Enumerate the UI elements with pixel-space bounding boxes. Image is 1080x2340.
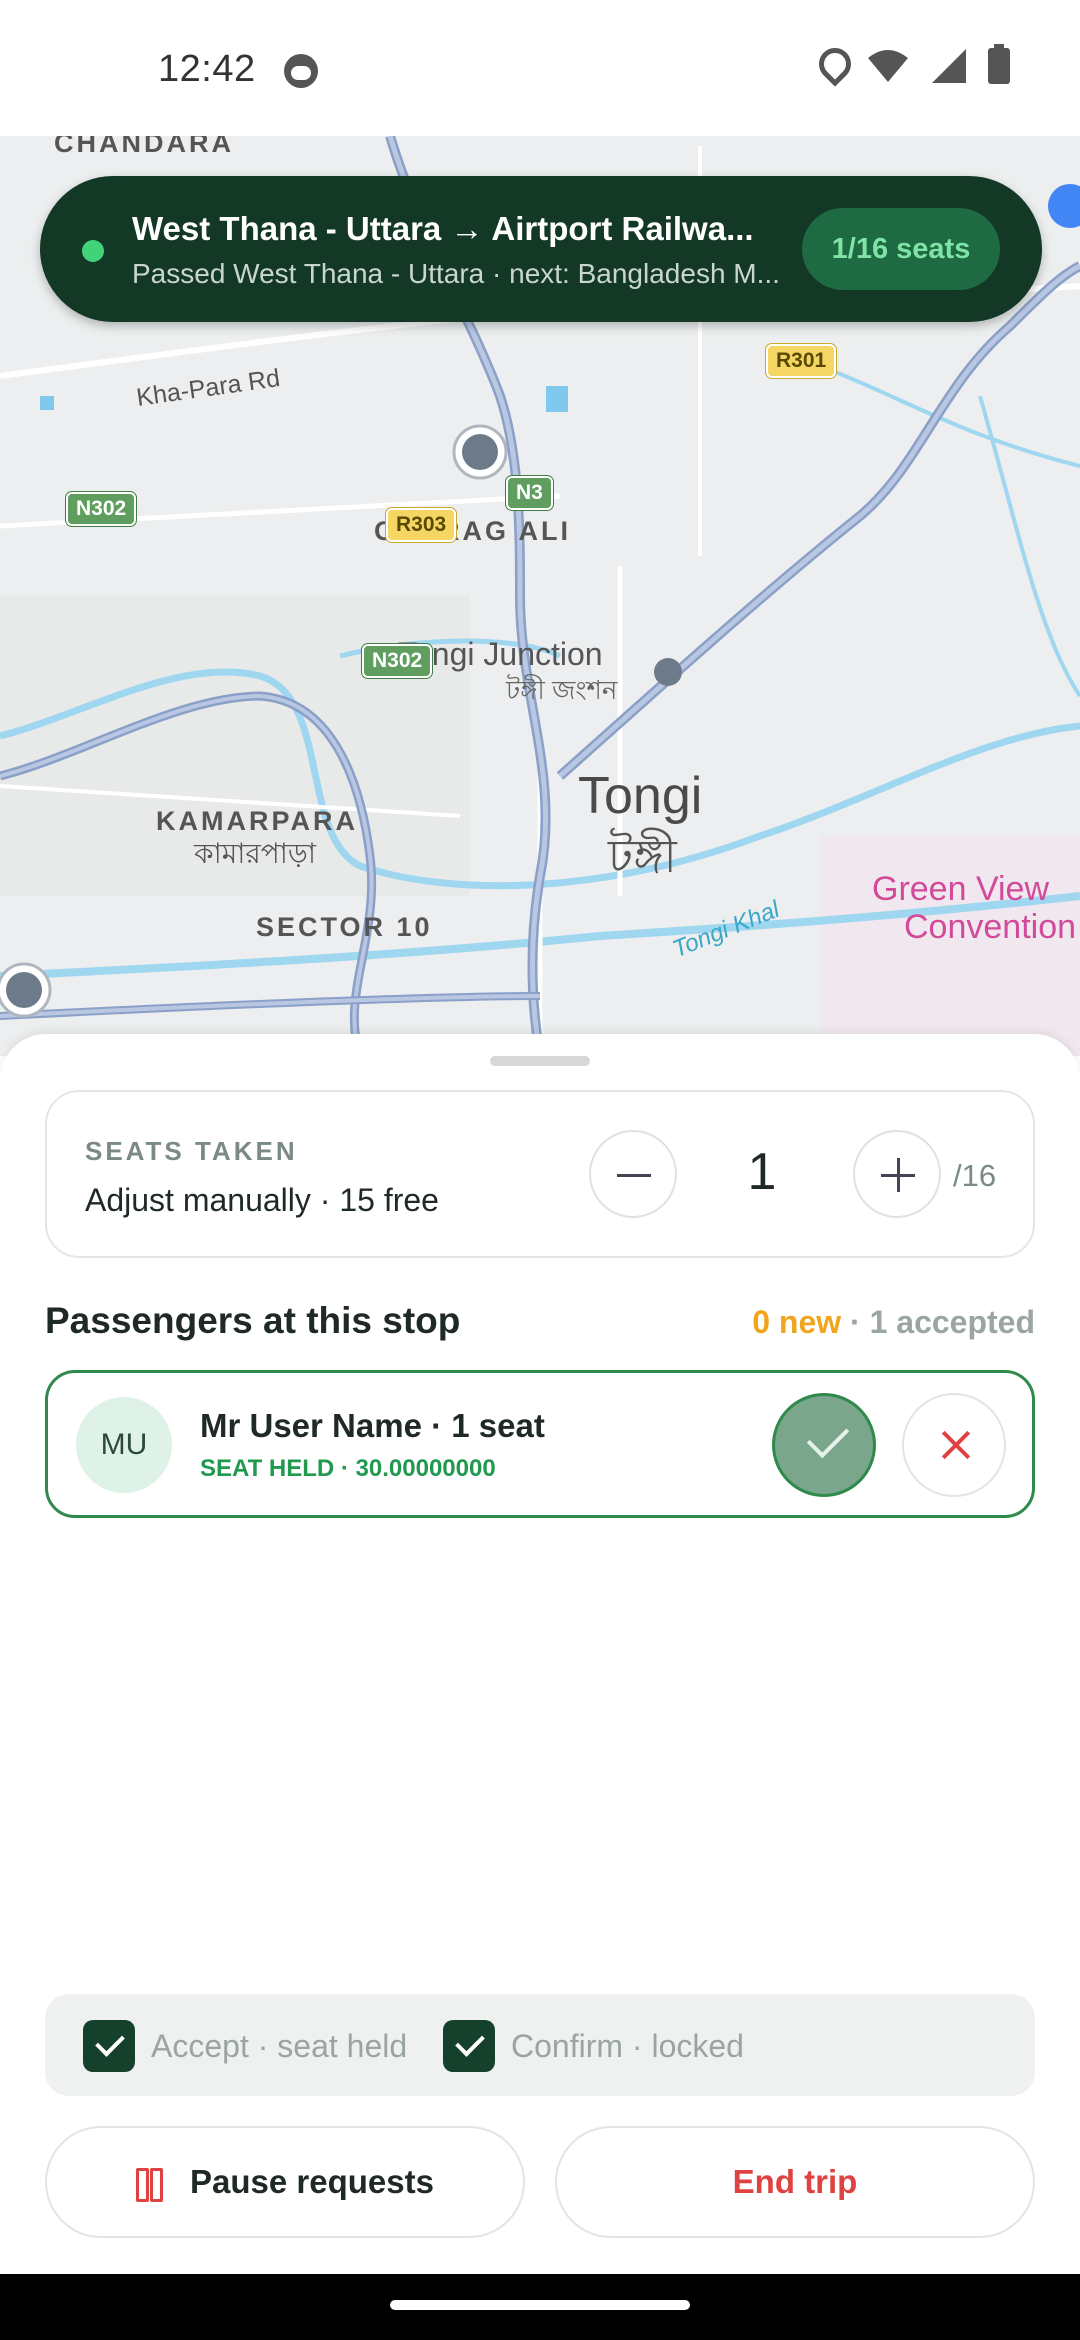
signal-icon <box>932 49 966 83</box>
status-icons <box>816 44 1010 84</box>
notification-face-icon <box>284 54 318 88</box>
map-label-poi-1: Green View <box>872 870 1050 908</box>
passenger-card[interactable]: MU Mr User Name · 1 seat SEAT HELD · 30.… <box>45 1370 1035 1518</box>
passenger-name: Mr User Name · 1 seat <box>200 1407 545 1444</box>
live-status-dot <box>82 240 104 262</box>
accepted-count: 1 accepted <box>869 1304 1035 1340</box>
accept-passenger-button[interactable] <box>772 1393 876 1497</box>
confirm-check-label: Confirm · locked <box>511 2027 744 2064</box>
map-label-chandara: CHANDARA <box>54 136 234 158</box>
reject-passenger-button[interactable] <box>902 1393 1006 1497</box>
map-label-poi-2: Convention <box>904 908 1077 946</box>
wifi-icon <box>868 50 908 82</box>
decrease-seats-button[interactable] <box>589 1130 677 1218</box>
end-trip-label: End trip <box>732 2163 858 2200</box>
seats-badge: 1/16 seats <box>802 208 1000 290</box>
passengers-section-title: Passengers at this stop <box>45 1300 461 1341</box>
pause-icon <box>136 2168 164 2202</box>
confirm-check-item[interactable]: Confirm · locked <box>443 2020 744 2072</box>
summary-separator: · <box>841 1304 870 1340</box>
battery-icon <box>988 44 1010 84</box>
trip-banner[interactable]: West Thana - Uttara → Airtport Railwa...… <box>40 176 1042 322</box>
checkbox-checked-icon[interactable] <box>443 2020 495 2072</box>
passengers-summary: 0 new · 1 accepted <box>752 1304 1035 1341</box>
bottom-sheet: SEATS TAKEN Adjust manually · 15 free 1 … <box>0 1034 1080 2274</box>
pause-requests-label: Pause requests <box>190 2163 434 2200</box>
seat-total: /16 <box>953 1158 997 1193</box>
system-navigation-bar <box>0 2274 1080 2340</box>
accept-check-label: Accept · seat held <box>151 2027 408 2064</box>
map-label-sector10: SECTOR 10 <box>256 912 433 942</box>
confirmation-checks: Accept · seat held Confirm · locked <box>45 1994 1035 2096</box>
home-gesture-handle[interactable] <box>390 2300 690 2310</box>
status-time: 12:42 <box>158 48 256 90</box>
seats-taken-card: SEATS TAKEN Adjust manually · 15 free 1 … <box>45 1090 1035 1258</box>
road-shield-n302-left: N302 <box>66 492 137 526</box>
map-label-junction-bn: টঙ্গী জংশন <box>506 675 618 705</box>
trip-progress-subtitle: Passed West Thana - Uttara · next: Bangl… <box>132 258 780 289</box>
road-shield-r301: R301 <box>766 344 837 378</box>
seat-count: 1 <box>747 1143 777 1201</box>
sheet-drag-handle[interactable] <box>490 1056 590 1066</box>
status-bar: 12:42 <box>0 0 1080 136</box>
road-shield-r303: R303 <box>386 508 457 542</box>
map-label-town: Tongi <box>578 767 703 825</box>
avatar: MU <box>76 1397 172 1493</box>
new-requests-count: 0 new <box>752 1304 842 1340</box>
map-label-kamarpara-bn: কামারপাড়া <box>194 838 317 869</box>
road-shield-n3: N3 <box>506 476 553 510</box>
increase-seats-button[interactable] <box>853 1130 941 1218</box>
seats-taken-subtitle: Adjust manually · 15 free <box>85 1182 439 1218</box>
map-label-town-bn: টঙ্গী <box>608 830 677 882</box>
pause-requests-button[interactable]: Pause requests <box>45 2126 525 2238</box>
seats-taken-label: SEATS TAKEN <box>85 1136 298 1166</box>
accept-check-item[interactable]: Accept · seat held <box>83 2020 407 2072</box>
checkbox-checked-icon[interactable] <box>83 2020 135 2072</box>
end-trip-button[interactable]: End trip <box>555 2126 1035 2238</box>
trip-route-title: West Thana - Uttara → Airtport Railwa... <box>132 210 754 247</box>
location-icon <box>816 48 844 84</box>
road-shield-n302-bottom: N302 <box>362 644 433 678</box>
passenger-status: SEAT HELD · 30.00000000 <box>200 1455 496 1482</box>
